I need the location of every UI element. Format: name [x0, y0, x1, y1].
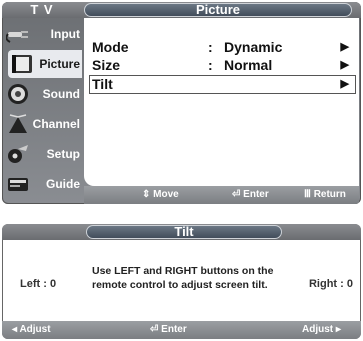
menu-title-pill: Picture — [84, 3, 352, 17]
arrow-right-icon: ▸ — [335, 324, 341, 335]
help-bar: ⇕ Move ⏎ Enter Ⅲ Return — [84, 186, 359, 204]
menu-row-tilt[interactable]: Tilt ▶ — [89, 75, 356, 94]
row-value: Normal — [224, 57, 273, 73]
guide-icon — [6, 173, 30, 195]
tilt-left-readout: Left : 0 — [20, 278, 56, 290]
sidebar-item-guide[interactable]: Guide — [4, 170, 82, 198]
speaker-icon — [6, 83, 30, 105]
menu-row-mode[interactable]: Mode : Dynamic ▶ — [90, 39, 355, 56]
menu-title: Picture — [195, 2, 241, 17]
sidebar-item-label: Setup — [46, 147, 80, 161]
return-label: Return — [313, 189, 346, 200]
left-value: : 0 — [43, 278, 57, 290]
enter-label: Enter — [243, 189, 269, 200]
row-colon: : — [208, 39, 213, 55]
tilt-dialog: Tilt Left : 0 Use LEFT and RIGHT buttons… — [2, 224, 361, 339]
tilt-right-readout: Right : 0 — [309, 278, 353, 290]
instruction-line-2: remote control to adjust screen tilt. — [92, 279, 268, 291]
adjust-right-label: Adjust — [302, 324, 334, 335]
right-label: Right — [308, 278, 338, 290]
row-label: Tilt — [92, 76, 113, 92]
tilt-title: Tilt — [174, 224, 194, 239]
sidebar-item-label: Sound — [42, 87, 80, 101]
adjust-left-hint[interactable]: ◂ Adjust — [12, 321, 51, 339]
arrow-left-icon: ◂ — [12, 324, 18, 335]
return-icon: Ⅲ — [304, 189, 311, 200]
sidebar-item-picture[interactable]: Picture — [8, 50, 82, 78]
updown-arrow-icon: ⇕ — [142, 189, 151, 200]
sidebar-item-sound[interactable]: Sound — [4, 80, 82, 108]
enter-icon: ⏎ — [232, 189, 241, 200]
right-value: : 0 — [340, 278, 353, 290]
tv-label: T V — [30, 2, 54, 17]
sidebar-item-channel[interactable]: Channel — [4, 110, 82, 138]
sidebar-item-setup[interactable]: Setup — [4, 140, 82, 168]
sidebar-item-label: Picture — [39, 57, 80, 71]
menu-content-panel: Mode : Dynamic ▶ Size : Normal ▶ Tilt ▶ — [84, 18, 359, 186]
sidebar-item-label: Guide — [45, 177, 80, 191]
input-plug-icon — [5, 23, 30, 45]
row-value: Dynamic — [224, 39, 283, 55]
move-hint: ⇕ Move — [142, 186, 179, 204]
enter-hint: ⏎ Enter — [232, 186, 269, 204]
antenna-icon — [6, 113, 30, 135]
return-hint: Ⅲ Return — [304, 186, 346, 204]
sidebar-item-label: Input — [50, 27, 80, 41]
sidebar-item-label: Channel — [32, 117, 80, 131]
tilt-title-pill: Tilt — [86, 225, 282, 239]
row-label: Size — [92, 57, 121, 73]
sidebar: Input Picture Sound Channel Setup Guide — [2, 18, 86, 204]
arrow-right-icon: ▶ — [340, 59, 349, 71]
enter-icon: ⏎ — [150, 324, 159, 335]
menu-row-size[interactable]: Size : Normal ▶ — [90, 57, 355, 74]
arrow-right-icon: ▶ — [340, 41, 349, 53]
adjust-right-hint[interactable]: Adjust ▸ — [302, 321, 341, 339]
tilt-instructions: Use LEFT and RIGHT buttons on the remote… — [92, 264, 282, 292]
row-label: Mode — [92, 39, 129, 55]
tilt-enter-label: Enter — [161, 324, 187, 335]
tilt-enter-hint[interactable]: ⏎ Enter — [150, 321, 187, 339]
sidebar-item-input[interactable]: Input — [4, 20, 82, 48]
arrow-right-icon: ▶ — [340, 78, 349, 90]
adjust-left-label: Adjust — [19, 324, 51, 335]
picture-icon — [10, 53, 34, 75]
gear-icon — [6, 143, 30, 165]
row-colon: : — [208, 57, 213, 73]
move-label: Move — [153, 189, 179, 200]
picture-menu-osd: T V Picture Input Picture Sound Channel … — [2, 2, 361, 204]
left-label: Left — [20, 278, 41, 290]
instruction-line-1: Use LEFT and RIGHT buttons on the — [92, 265, 274, 277]
tilt-help-bar: ◂ Adjust ⏎ Enter Adjust ▸ — [2, 321, 361, 339]
